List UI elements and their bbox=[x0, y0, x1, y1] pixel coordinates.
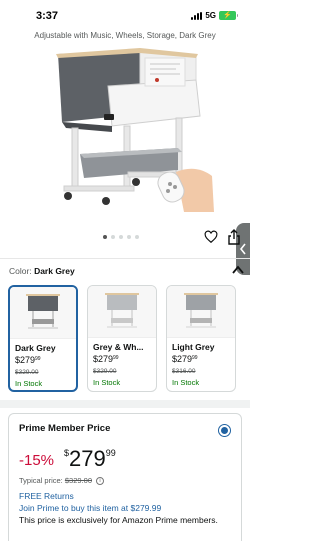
swatch-stock: In Stock bbox=[93, 378, 121, 387]
swatch-thumbnail bbox=[88, 286, 156, 338]
color-swatches: Dark Grey $27999 $329.00 In Stock Grey &… bbox=[8, 285, 250, 393]
color-selection-header: Color: Dark Grey bbox=[9, 266, 75, 276]
prime-offer-card[interactable]: Prime Member Price -15% $27999 Typical p… bbox=[8, 413, 242, 541]
swatch-list-price: $316.00 bbox=[172, 368, 196, 375]
status-bar: 3:37 5G ⚡ bbox=[0, 0, 250, 30]
swatch-list-price: $329.00 bbox=[93, 368, 117, 375]
swatch-thumbnail bbox=[167, 286, 235, 338]
divider bbox=[0, 258, 250, 259]
offer-radio-button[interactable] bbox=[218, 424, 231, 437]
radio-selected-dot bbox=[221, 427, 228, 434]
swatch-name: Light Grey bbox=[172, 342, 215, 352]
join-prime-link[interactable]: Join Prime to buy this item at $279.99 bbox=[19, 503, 161, 513]
swatch-dark-grey[interactable]: Dark Grey $27999 $329.00 In Stock bbox=[8, 285, 78, 392]
product-title[interactable]: Adjustable with Music, Wheels, Storage, … bbox=[0, 31, 250, 40]
swatch-stock: In Stock bbox=[15, 379, 43, 388]
swatch-stock: In Stock bbox=[172, 378, 200, 387]
color-label: Color: bbox=[9, 266, 32, 276]
swatch-name: Grey & Wh... bbox=[93, 342, 144, 352]
bassinet-thumbnail-icon bbox=[105, 292, 139, 328]
free-returns-link[interactable]: FREE Returns bbox=[19, 491, 74, 501]
prime-exclusive-note: This price is exclusively for Amazon Pri… bbox=[19, 515, 218, 525]
gallery-dot[interactable] bbox=[111, 235, 115, 239]
discount-percent: -15% bbox=[19, 452, 55, 469]
swatch-price: $27999 bbox=[15, 355, 41, 365]
share-icon[interactable] bbox=[228, 229, 240, 245]
swatch-price: $27999 bbox=[172, 354, 198, 364]
prime-offer-title: Prime Member Price bbox=[19, 423, 111, 434]
gallery-dot[interactable] bbox=[119, 235, 123, 239]
swatch-thumbnail bbox=[10, 287, 76, 339]
swatch-grey-white[interactable]: Grey & Wh... $27999 $329.00 In Stock bbox=[87, 285, 157, 392]
network-label: 5G bbox=[205, 11, 216, 20]
swatch-light-grey[interactable]: Light Grey $27999 $316.00 In Stock bbox=[166, 285, 236, 392]
product-image[interactable] bbox=[0, 44, 250, 224]
selected-color: Dark Grey bbox=[34, 266, 75, 276]
signal-icon bbox=[191, 11, 203, 20]
battery-icon: ⚡ bbox=[219, 11, 238, 20]
chevron-left-icon bbox=[239, 243, 246, 255]
swatch-price: $27999 bbox=[93, 354, 119, 364]
bassinet-thumbnail-icon bbox=[26, 293, 60, 329]
swatch-name: Dark Grey bbox=[15, 343, 56, 353]
chevron-up-icon[interactable] bbox=[232, 265, 244, 275]
gallery-pagination[interactable] bbox=[103, 235, 139, 239]
heart-icon[interactable] bbox=[204, 230, 218, 244]
prime-price: $27999 bbox=[64, 446, 116, 471]
gallery-dot[interactable] bbox=[127, 235, 131, 239]
bassinet-thumbnail-icon bbox=[184, 292, 218, 328]
charging-bolt-icon: ⚡ bbox=[223, 12, 232, 19]
status-time: 3:37 bbox=[36, 10, 59, 22]
info-icon[interactable]: i bbox=[96, 477, 105, 486]
gallery-dot[interactable] bbox=[103, 235, 107, 239]
bassinet-illustration bbox=[56, 48, 214, 212]
status-icons: 5G ⚡ bbox=[191, 11, 238, 20]
gallery-dot[interactable] bbox=[135, 235, 139, 239]
section-divider bbox=[0, 400, 250, 408]
typical-price: Typical price: $329.00 i bbox=[19, 476, 105, 486]
swatch-list-price: $329.00 bbox=[15, 369, 39, 376]
